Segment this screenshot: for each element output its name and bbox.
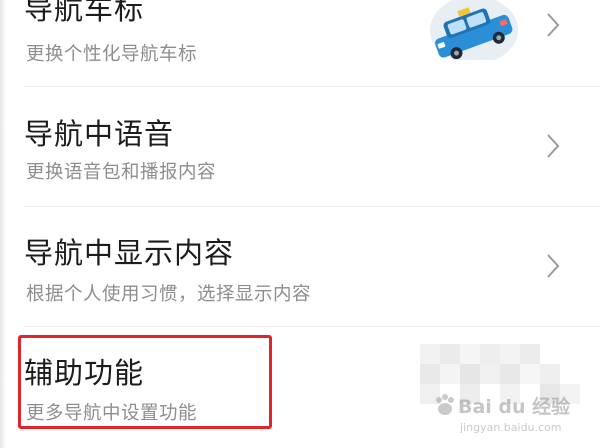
settings-item-subtitle: 根据个人使用习惯，选择显示内容 (26, 284, 312, 305)
taxi-car-icon (430, 0, 518, 60)
settings-item-vehicle-icon[interactable]: 导航车标 更换个性化导航车标 (0, 0, 600, 86)
chevron-right-icon (547, 13, 560, 37)
settings-item-title: 导航中显示内容 (24, 236, 235, 270)
settings-item-display-content[interactable]: 导航中显示内容 根据个人使用习惯，选择显示内容 (0, 207, 600, 326)
settings-item-subtitle: 更换个性化导航车标 (26, 44, 198, 65)
highlight-annotation-box (18, 335, 272, 429)
baidu-jingyan-watermark: Bai du 经验 jingyan.baidu.com (432, 388, 600, 448)
chevron-right-icon (547, 254, 560, 278)
settings-item-title: 导航中语音 (24, 117, 175, 151)
watermark-text: Bai du 经验 (458, 396, 571, 418)
settings-item-subtitle: 更换语音包和播报内容 (26, 162, 217, 183)
settings-item-title: 导航车标 (24, 0, 145, 26)
settings-item-voice[interactable]: 导航中语音 更换语音包和播报内容 (0, 87, 600, 206)
watermark-url: jingyan.baidu.com (460, 421, 562, 434)
chevron-right-icon (547, 134, 560, 158)
settings-screen: 导航车标 更换个性化导航车标 导航中语音 更换语音包和播报内容 导航中显示内容 … (0, 0, 600, 448)
paw-logo-icon (436, 394, 454, 415)
